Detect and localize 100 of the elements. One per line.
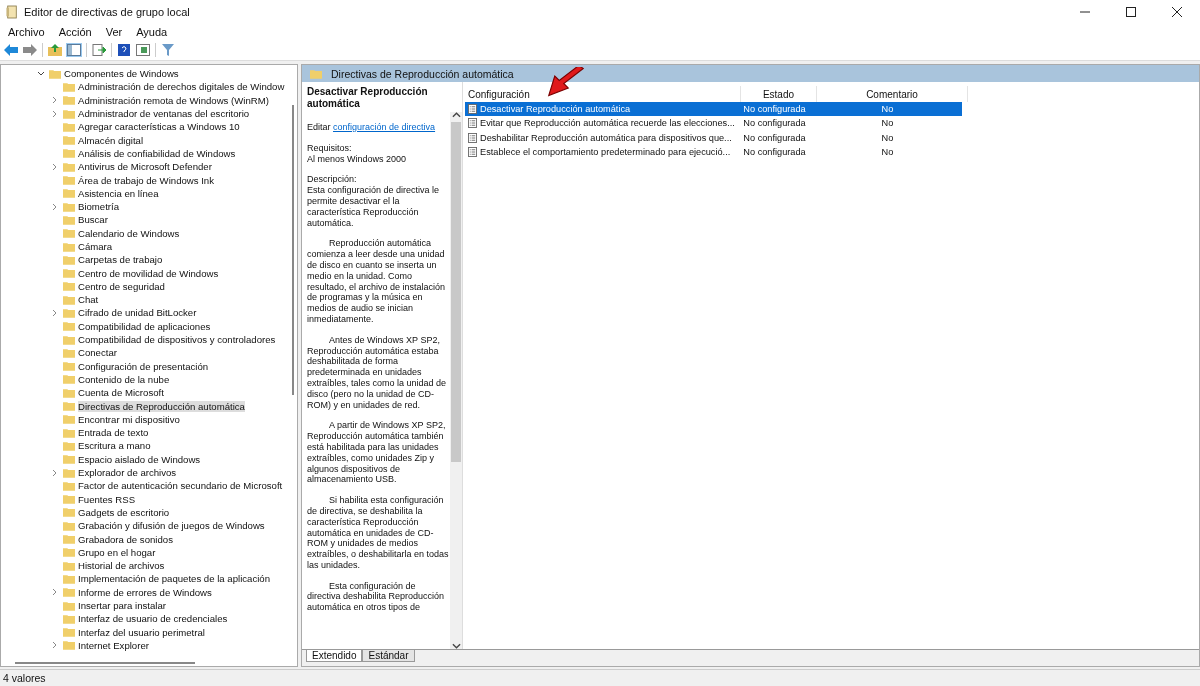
folder-icon (63, 494, 75, 505)
menu-item[interactable]: Acción (58, 26, 92, 38)
scrollbar[interactable] (292, 105, 294, 395)
tree-item[interactable]: Administración de derechos digitales de Window (1, 80, 297, 94)
tree-item[interactable]: Centro de seguridad (1, 279, 297, 294)
tree-item[interactable]: Insertar para instalar (1, 598, 297, 613)
folder-icon (63, 427, 75, 438)
folder-icon (63, 268, 75, 279)
scrollbar-thumb[interactable] (451, 122, 461, 462)
folder-icon (63, 547, 75, 558)
folder-icon (63, 308, 75, 318)
back-arrow-icon[interactable] (4, 44, 18, 56)
folder-icon (63, 95, 75, 106)
tree-item[interactable]: Buscar (1, 213, 297, 227)
chevron-icon[interactable] (37, 69, 45, 78)
menu-item[interactable]: Archivo (8, 26, 45, 38)
filter-icon[interactable] (161, 44, 175, 56)
folder-icon (63, 440, 75, 451)
table-row[interactable]: Deshabilitar Reproducción automática para dispositivos que... No configurada No (465, 130, 962, 145)
description-paragraph: Esta configuración de directiva le permite desactivar el la característica Reproducción automática. (307, 185, 441, 229)
tree-item[interactable]: Configuración de presentación (1, 359, 297, 373)
policy-icon (468, 104, 477, 115)
description-paragraph: A partir de Windows XP SP2, Reproducción automática también está habilitada para las unidades extraíbles, como unidades Zip y algunos dispositivos de almacenamiento USB. (307, 420, 447, 486)
edit-link[interactable]: configuración de directiva (333, 122, 436, 132)
policy-icon (468, 147, 477, 158)
folder-icon (63, 520, 75, 531)
tree-item[interactable]: Cámara (1, 239, 297, 254)
app-icon (6, 5, 18, 19)
folder-icon (63, 214, 75, 225)
folder-up-icon[interactable] (48, 44, 62, 56)
folder-icon (63, 627, 75, 638)
tree-item[interactable]: Compatibilidad de dispositivos y controladores (1, 332, 297, 347)
tree-item[interactable]: Gadgets de escritorio (1, 505, 297, 520)
tree-item[interactable]: Carpetas de trabajo (1, 253, 297, 267)
folder-icon (63, 347, 75, 358)
menu-item[interactable]: Ver (105, 26, 123, 38)
tree-item[interactable]: Agregar características a Windows 10 (1, 120, 297, 134)
view-tab[interactable]: Extendido (306, 650, 363, 662)
tree-item[interactable]: Interfaz del usuario perimetral (1, 625, 297, 639)
tree-item[interactable]: Grabación y difusión de juegos de Windows (1, 519, 297, 533)
tree-item[interactable]: Factor de autenticación secundario de Microsoft (1, 479, 297, 493)
tree-item[interactable]: Área de trabajo de Windows Ink (1, 173, 297, 187)
tree-item[interactable]: Cifrado de unidad BitLocker (1, 306, 297, 320)
tree-item[interactable]: Encontrar mi dispositivo (1, 412, 297, 426)
tree-item[interactable]: Grupo en el hogar (1, 545, 297, 559)
forward-arrow-icon[interactable] (23, 44, 37, 56)
maximize-icon[interactable] (1126, 7, 1136, 17)
tree-item[interactable]: Entrada de texto (1, 426, 297, 440)
folder-icon (63, 254, 75, 265)
folder-icon (63, 587, 75, 598)
tree-item[interactable]: Fuentes RSS (1, 492, 297, 506)
tree-item[interactable]: Historial de archivos (1, 559, 297, 573)
tree-item[interactable]: Almacén digital (1, 133, 297, 147)
table-row[interactable]: Desactivar Reproducción automática No configurada No (465, 102, 962, 117)
pane-icon[interactable] (67, 44, 81, 56)
folder-icon (63, 281, 75, 292)
tree-item[interactable]: Grabadora de sonidos (1, 532, 297, 546)
folder-icon (63, 401, 75, 412)
tree-item[interactable]: Administración remota de Windows (WinRM) (1, 93, 297, 107)
folder-icon (63, 507, 75, 518)
tree-item[interactable]: Administrador de ventanas del escritorio (1, 106, 297, 121)
tree-item[interactable]: Contenido de la nube (1, 372, 297, 387)
tree-item[interactable]: Compatibilidad de aplicaciones (1, 319, 297, 333)
folder-icon (63, 148, 75, 159)
tree-item[interactable]: Informe de errores de Windows (1, 585, 297, 599)
help-icon[interactable] (117, 44, 131, 56)
tree-item[interactable]: Escritura a mano (1, 439, 297, 453)
tree-item[interactable]: Interfaz de usuario de credenciales (1, 612, 297, 626)
tree-item[interactable]: Biometría (1, 199, 297, 214)
scroll-down-icon[interactable] (451, 643, 461, 649)
tree-item[interactable]: Análisis de confiabilidad de Windows (1, 146, 297, 161)
tree-item[interactable]: Antivirus de Microsoft Defender (1, 160, 297, 174)
tree-item[interactable]: Espacio aislado de Windows (1, 452, 297, 466)
table-row[interactable]: Evitar que Reproducción automática recuerde las elecciones... No configurada No (465, 116, 962, 131)
tree-item[interactable]: Conectar (1, 346, 297, 360)
description-paragraph: Antes de Windows XP SP2, Reproducción automática estaba deshabilitada de forma predeterminada en unidades extraíbles, tales como la unidad de disco (pero no la unidad de CD-ROM) y en unidades de red. (307, 334, 448, 411)
scrollbar[interactable] (15, 662, 195, 664)
tree-item[interactable]: Internet Explorer (1, 638, 297, 653)
scrollbar[interactable] (450, 112, 462, 649)
menu-item[interactable]: Ayuda (136, 26, 168, 38)
close-icon[interactable] (1172, 7, 1182, 17)
folder-icon (63, 480, 75, 491)
folder-icon (63, 135, 75, 146)
pane-icon[interactable] (136, 44, 150, 56)
folder-icon (49, 68, 61, 79)
tree-item[interactable]: Calendario de Windows (1, 226, 297, 240)
tree-item[interactable]: Implementación de paquetes de la aplicación (1, 572, 297, 586)
tree-item[interactable]: Cuenta de Microsoft (1, 386, 297, 400)
table-row[interactable]: Establece el comportamiento predeterminado para ejecució... No configurada No (465, 144, 962, 160)
tree-item[interactable]: Componentes de Windows (1, 67, 297, 81)
tree-item[interactable]: Explorador de archivos (1, 465, 297, 480)
tree-item[interactable]: Directivas de Reproducción automática (1, 399, 297, 413)
folder-icon (63, 161, 75, 172)
scroll-up-icon[interactable] (451, 112, 461, 118)
tree-item[interactable]: Asistencia en línea (1, 186, 297, 200)
view-tab[interactable]: Estándar (362, 650, 415, 662)
tree-item[interactable]: Centro de movilidad de Windows (1, 266, 297, 280)
description-paragraph: Reproducción automática comienza a leer desde una unidad de disco en cuanto se inserta un medio en la unidad. Como resultado, el archivo de instalación de programas y la música en medios de audio se inician inmediatamente. (307, 238, 447, 325)
tree-item[interactable]: Chat (1, 293, 297, 307)
export-icon[interactable] (92, 44, 106, 56)
